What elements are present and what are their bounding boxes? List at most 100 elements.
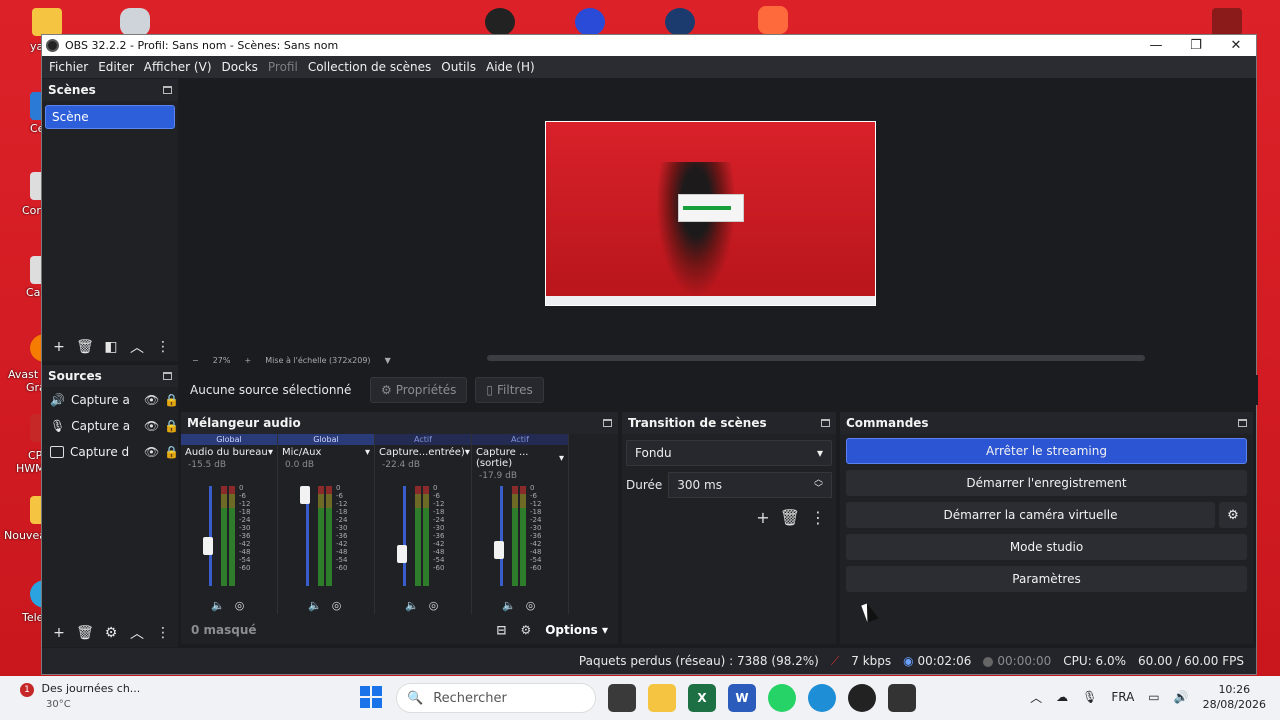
obs-desktop-icon[interactable] bbox=[485, 8, 515, 36]
ea-icon[interactable] bbox=[575, 8, 605, 36]
layout-icon[interactable]: ⊟ bbox=[496, 623, 506, 637]
stepper-icon[interactable]: ︿ ﹀ bbox=[814, 476, 823, 494]
properties-button[interactable]: ⚙ Propriétés bbox=[370, 377, 468, 403]
lock-icon[interactable]: 🔒 bbox=[164, 445, 179, 459]
task-view-icon[interactable] bbox=[608, 684, 636, 712]
scale-label[interactable]: Mise à l'échelle (372x209) bbox=[265, 356, 370, 365]
desktop-app-icon[interactable] bbox=[1212, 8, 1242, 36]
volume-slider-handle[interactable] bbox=[203, 536, 213, 555]
channel-name-row[interactable]: Capture ...(sortie) ▾ bbox=[472, 445, 568, 471]
monitor-headphone-icon[interactable]: ◎ bbox=[235, 599, 245, 612]
undock-icon[interactable] bbox=[603, 419, 612, 427]
menu-profil[interactable]: Profil bbox=[263, 60, 303, 74]
davinci-icon[interactable] bbox=[888, 684, 916, 712]
obs-icon[interactable] bbox=[848, 684, 876, 712]
more-icon[interactable]: ⋮ bbox=[152, 337, 174, 357]
volume-slider-handle[interactable] bbox=[494, 540, 504, 559]
preview-canvas[interactable] bbox=[182, 79, 1250, 351]
edge-icon[interactable] bbox=[808, 684, 836, 712]
horizontal-scrollbar[interactable] bbox=[487, 355, 1145, 361]
monitor-headphone-icon[interactable]: ◎ bbox=[332, 599, 342, 612]
menu-docks[interactable]: Docks bbox=[217, 60, 263, 74]
chevron-up-icon[interactable]: ︿ bbox=[1030, 689, 1042, 706]
network-icon[interactable]: ▭ bbox=[1148, 690, 1159, 704]
folder-icon[interactable] bbox=[32, 8, 62, 36]
virtual-camera-button[interactable]: Démarrer la caméra virtuelle bbox=[846, 502, 1215, 528]
steam-icon[interactable] bbox=[665, 8, 695, 36]
minimize-button[interactable]: — bbox=[1136, 38, 1176, 53]
more-icon[interactable]: ⋮ bbox=[152, 623, 174, 643]
channel-name-row[interactable]: Capture...entrée) ▾ bbox=[375, 445, 471, 460]
source-item[interactable]: 🎙 Capture a 👁 🔒 bbox=[42, 413, 179, 439]
gear-icon[interactable]: ⚙ bbox=[1219, 502, 1247, 528]
eye-icon[interactable]: 👁 bbox=[144, 393, 159, 407]
start-recording-button[interactable]: Démarrer l'enregistrement bbox=[846, 470, 1247, 496]
lock-icon[interactable]: 🔒 bbox=[164, 419, 179, 433]
undock-icon[interactable] bbox=[163, 86, 172, 94]
speaker-icon[interactable]: 🔈 bbox=[502, 599, 516, 612]
add-icon[interactable]: + bbox=[48, 623, 70, 643]
undock-icon[interactable] bbox=[1238, 419, 1247, 427]
filters-button[interactable]: ▯ Filtres bbox=[475, 377, 544, 403]
monitor-headphone-icon[interactable]: ◎ bbox=[429, 599, 439, 612]
microphone-icon[interactable]: 🎙 bbox=[1082, 690, 1097, 704]
source-item[interactable]: 🔊 Capture a 👁 🔒 bbox=[42, 387, 179, 413]
trash-icon[interactable]: 🗑 bbox=[74, 623, 96, 643]
menu-afficher[interactable]: Afficher (V) bbox=[139, 60, 217, 74]
maximize-button[interactable]: ❐ bbox=[1176, 38, 1216, 53]
chevron-up-icon[interactable]: ︿ bbox=[126, 623, 148, 643]
settings-button[interactable]: Paramètres bbox=[846, 566, 1247, 592]
speaker-icon[interactable]: 🔈 bbox=[405, 599, 419, 612]
whatsapp-icon[interactable] bbox=[768, 684, 796, 712]
menu-editer[interactable]: Editer bbox=[93, 60, 139, 74]
volume-slider-handle[interactable] bbox=[397, 545, 407, 564]
menu-aide[interactable]: Aide (H) bbox=[481, 60, 540, 74]
gamepad-icon[interactable] bbox=[120, 8, 150, 36]
speaker-icon[interactable]: 🔈 bbox=[211, 599, 225, 612]
chevron-up-icon[interactable]: ︿ bbox=[126, 337, 148, 357]
volume-slider[interactable] bbox=[500, 486, 503, 586]
menu-collection[interactable]: Collection de scènes bbox=[303, 60, 436, 74]
zoom-out-icon[interactable]: − bbox=[192, 356, 199, 365]
zoom-in-icon[interactable]: + bbox=[244, 356, 251, 365]
options-button[interactable]: Options ▾ bbox=[545, 623, 608, 637]
undock-icon[interactable] bbox=[821, 419, 830, 427]
undock-icon[interactable] bbox=[163, 372, 172, 380]
trash-icon[interactable]: 🗑 bbox=[780, 508, 800, 527]
menu-fichier[interactable]: Fichier bbox=[44, 60, 93, 74]
excel-icon[interactable]: X bbox=[688, 684, 716, 712]
lock-icon[interactable]: 🔒 bbox=[164, 393, 179, 407]
volume-slider-handle[interactable] bbox=[300, 486, 310, 504]
eye-icon[interactable]: 👁 bbox=[144, 445, 159, 459]
menu-outils[interactable]: Outils bbox=[436, 60, 481, 74]
microphone-app-icon[interactable] bbox=[758, 6, 788, 34]
file-explorer-icon[interactable] bbox=[648, 684, 676, 712]
more-icon[interactable]: ⋮ bbox=[810, 508, 826, 527]
advanced-audio-icon[interactable]: ⚙ bbox=[520, 623, 531, 637]
weather-widget[interactable]: 1 Des journées ch... 30°C bbox=[20, 682, 140, 710]
studio-mode-button[interactable]: Mode studio bbox=[846, 534, 1247, 560]
chevron-down-icon[interactable]: ▼ bbox=[385, 356, 391, 365]
start-button[interactable] bbox=[360, 686, 382, 708]
channel-name-row[interactable]: Audio du bureau ▾ bbox=[181, 445, 277, 460]
channel-name-row[interactable]: Mic/Aux ▾ bbox=[278, 445, 374, 460]
source-item[interactable]: Capture d 👁 🔒 bbox=[42, 439, 179, 465]
volume-icon[interactable]: 🔊 bbox=[1174, 690, 1189, 704]
filter-icon[interactable]: ◧ bbox=[100, 337, 122, 357]
duration-input[interactable]: 300 ms ︿ ﹀ bbox=[668, 472, 832, 498]
trash-icon[interactable]: 🗑 bbox=[74, 337, 96, 357]
volume-slider[interactable] bbox=[403, 486, 406, 586]
stop-streaming-button[interactable]: Arrêter le streaming bbox=[846, 438, 1247, 464]
clock[interactable]: 10:26 28/08/2026 bbox=[1203, 682, 1266, 712]
close-button[interactable]: ✕ bbox=[1216, 38, 1256, 53]
word-icon[interactable]: W bbox=[728, 684, 756, 712]
add-icon[interactable]: + bbox=[48, 337, 70, 357]
monitor-headphone-icon[interactable]: ◎ bbox=[526, 599, 536, 612]
add-icon[interactable]: + bbox=[756, 508, 769, 527]
search-box[interactable]: 🔍 Rechercher bbox=[396, 683, 596, 713]
gear-icon[interactable]: ⚙ bbox=[100, 623, 122, 643]
language-indicator[interactable]: FRA bbox=[1111, 690, 1134, 704]
scene-item[interactable]: Scène bbox=[45, 105, 175, 129]
transition-select[interactable]: Fondu ▾ bbox=[626, 440, 832, 466]
speaker-icon[interactable]: 🔈 bbox=[308, 599, 322, 612]
